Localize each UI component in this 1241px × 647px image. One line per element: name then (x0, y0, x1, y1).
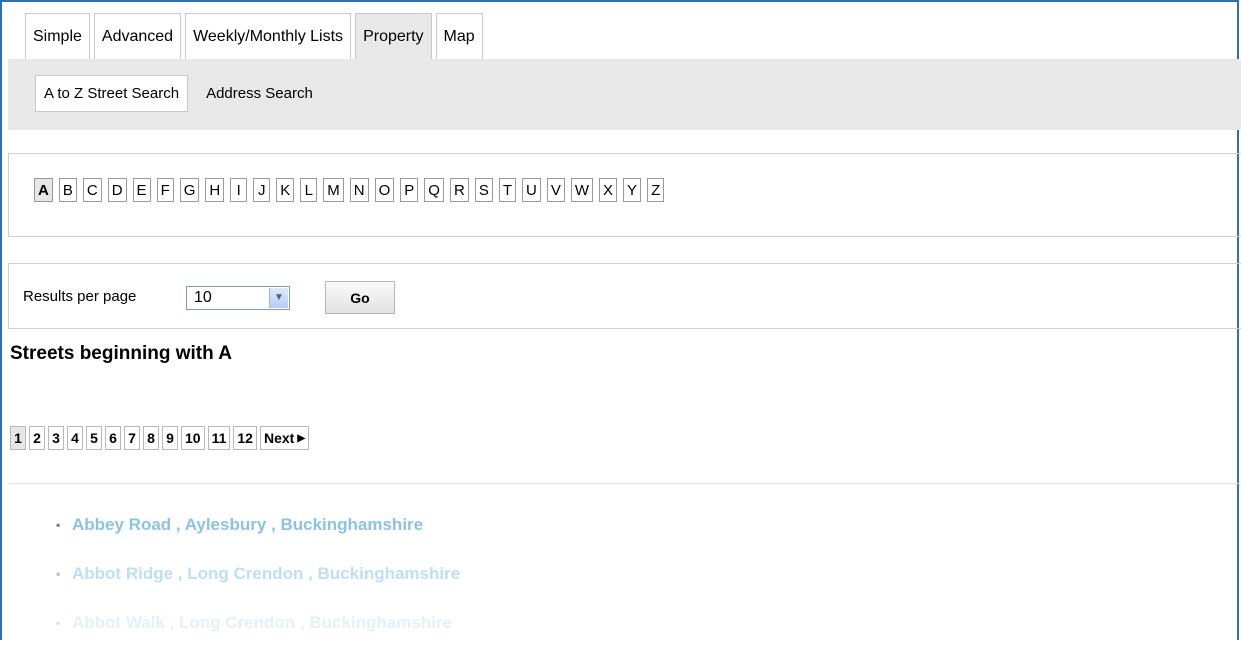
results-per-page-select[interactable]: 10 ▼ (186, 286, 290, 310)
letter-o[interactable]: O (374, 178, 395, 202)
letter-d[interactable]: D (107, 178, 127, 202)
tab-map[interactable]: Map (435, 13, 483, 59)
tab-property[interactable]: Property (355, 13, 432, 59)
tab-advanced[interactable]: Advanced (93, 13, 182, 59)
main-tabs: Simple Advanced Weekly/Monthly Lists Pro… (25, 13, 483, 59)
page-2[interactable]: 2 (29, 426, 45, 450)
pagination: 1 2 3 4 5 6 7 8 9 10 11 12 Next ▶ (10, 426, 310, 450)
chevron-down-icon[interactable]: ▼ (269, 288, 288, 308)
page-7[interactable]: 7 (124, 426, 140, 450)
letter-j[interactable]: J (253, 178, 271, 202)
page-6[interactable]: 6 (105, 426, 121, 450)
letter-g[interactable]: G (179, 178, 200, 202)
results-per-page-label: Results per page (23, 288, 137, 305)
page-8[interactable]: 8 (143, 426, 159, 450)
page-1[interactable]: 1 (10, 426, 26, 450)
letter-e[interactable]: E (132, 178, 151, 202)
bullet-icon: • (56, 517, 61, 532)
letter-r[interactable]: R (449, 178, 469, 202)
letter-v[interactable]: V (546, 178, 565, 202)
bullet-icon: • (56, 615, 61, 630)
street-link[interactable]: Abbot Walk , Long Crendon , Buckinghamsh… (72, 613, 452, 633)
letter-a[interactable]: A (34, 178, 53, 202)
letter-t[interactable]: T (498, 178, 516, 202)
letter-c[interactable]: C (82, 178, 102, 202)
page-title: Streets beginning with A (10, 343, 233, 364)
letter-z[interactable]: Z (647, 178, 665, 202)
subtab-a-to-z-street-search[interactable]: A to Z Street Search (35, 75, 189, 112)
list-item[interactable]: • Abbot Walk , Long Crendon , Buckinghams… (56, 598, 460, 647)
next-page-button[interactable]: Next ▶ (259, 426, 310, 450)
letter-p[interactable]: P (400, 178, 419, 202)
page-4[interactable]: 4 (67, 426, 83, 450)
street-link[interactable]: Abbot Ridge , Long Crendon , Buckinghams… (72, 564, 460, 584)
tab-weekly-monthly-lists[interactable]: Weekly/Monthly Lists (185, 13, 352, 59)
letter-s[interactable]: S (474, 178, 493, 202)
letter-k[interactable]: K (276, 178, 295, 202)
divider (8, 483, 1241, 484)
letter-q[interactable]: Q (424, 178, 444, 202)
bullet-icon: • (56, 566, 61, 581)
page-11[interactable]: 11 (207, 426, 231, 450)
chevron-right-icon: ▶ (297, 432, 306, 444)
letter-i[interactable]: I (230, 178, 248, 202)
next-label: Next (263, 430, 295, 446)
letter-m[interactable]: M (323, 178, 344, 202)
letter-w[interactable]: W (570, 178, 594, 202)
go-button[interactable]: Go (325, 281, 395, 314)
street-results-list: • Abbey Road , Aylesbury , Buckinghamshir… (56, 500, 460, 647)
letter-u[interactable]: U (522, 178, 541, 202)
list-item[interactable]: • Abbey Road , Aylesbury , Buckinghamshir… (56, 500, 460, 549)
letter-y[interactable]: Y (623, 178, 642, 202)
list-item[interactable]: • Abbot Ridge , Long Crendon , Buckingham… (56, 549, 460, 598)
subtab-address-search[interactable]: Address Search (198, 75, 321, 112)
letter-filter: ABCDEFGHIJKLMNOPQRSTUVWXYZ (34, 178, 665, 202)
letter-b[interactable]: B (58, 178, 77, 202)
street-link[interactable]: Abbey Road , Aylesbury , Buckinghamshire (72, 515, 423, 535)
results-per-page-value: 10 (194, 289, 212, 306)
subtab-bar: A to Z Street Search Address Search (8, 59, 1241, 130)
page-12[interactable]: 12 (233, 426, 257, 450)
results-per-page-panel: Results per page 10 ▼ Go (8, 263, 1241, 329)
tab-simple[interactable]: Simple (25, 13, 90, 59)
page-5[interactable]: 5 (86, 426, 102, 450)
page-9[interactable]: 9 (162, 426, 178, 450)
letter-h[interactable]: H (205, 178, 225, 202)
letter-l[interactable]: L (300, 178, 318, 202)
letter-f[interactable]: F (156, 178, 174, 202)
page-3[interactable]: 3 (48, 426, 64, 450)
letter-filter-panel: ABCDEFGHIJKLMNOPQRSTUVWXYZ (8, 153, 1241, 237)
letter-x[interactable]: X (599, 178, 618, 202)
page-10[interactable]: 10 (181, 426, 205, 450)
letter-n[interactable]: N (349, 178, 369, 202)
